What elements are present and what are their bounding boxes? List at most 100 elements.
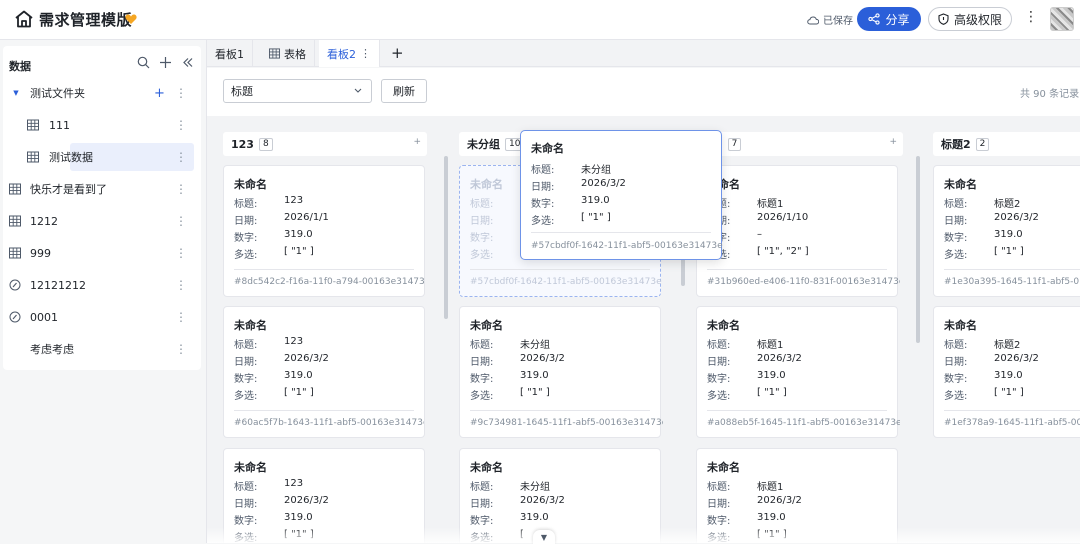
refresh-button[interactable]: 刷新 xyxy=(381,79,427,103)
tab-more-icon[interactable]: ⋮ xyxy=(360,47,371,60)
sidebar-item-label: 111 xyxy=(49,118,70,132)
kanban-card[interactable]: 未命名 标题: 标题2 日期: 2026/3/2 数字: 319.0 多选: [ "1" ] #1… xyxy=(933,306,1080,438)
avatar[interactable] xyxy=(1050,7,1074,31)
more-icon[interactable]: ⋮ xyxy=(175,310,187,324)
add-view-icon[interactable]: + xyxy=(391,44,404,62)
more-icon[interactable]: ⋮ xyxy=(175,342,187,356)
column-scrollbar[interactable] xyxy=(444,156,448,319)
tab-kanban2[interactable]: 看板2 ⋮ xyxy=(319,40,380,67)
more-icon[interactable]: ⋮ xyxy=(175,150,187,164)
card-title: 未命名 xyxy=(470,461,503,474)
column-header[interactable]: 123 8 + xyxy=(223,132,427,156)
card-field: 标题: 标题2 xyxy=(944,336,1020,351)
card-title: 未命名 xyxy=(944,319,977,332)
kanban-toolbar: 标题 刷新 共 90 条记录 xyxy=(207,68,1080,116)
add-to-folder-icon[interactable]: + xyxy=(154,86,165,101)
card-field: 数字: 319.0 xyxy=(470,512,549,527)
sidebar-item-test-data[interactable]: 测试数据 ⋮ xyxy=(3,143,201,171)
table-icon xyxy=(9,247,21,259)
card-field: 标题: 未分组 xyxy=(470,478,550,493)
sidebar-title: 数据 xyxy=(9,60,31,73)
group-by-select[interactable]: 标题 xyxy=(223,79,372,103)
field-value: 未分组 xyxy=(581,165,611,176)
field-value: [ "1" ] xyxy=(284,387,314,398)
tab-kanban1[interactable]: 看板1 xyxy=(207,40,253,67)
field-label: 日期: xyxy=(470,216,494,227)
column-name: 标题2 xyxy=(941,138,971,151)
sidebar-item-test-folder[interactable]: ▼ 测试文件夹 + ⋮ xyxy=(3,79,201,107)
table-icon xyxy=(9,183,21,195)
dragging-card[interactable]: 未命名 标题: 未分组 日期: 2026/3/2 数字: 319.0 多选: [ "1"… xyxy=(520,130,723,260)
more-icon[interactable]: ⋮ xyxy=(175,182,187,196)
field-value: 123 xyxy=(284,195,304,206)
field-value: 2026/3/2 xyxy=(757,495,802,506)
more-icon[interactable]: ⋮ xyxy=(175,86,187,100)
column-scrollbar[interactable] xyxy=(916,156,920,343)
more-icon[interactable]: ⋮ xyxy=(175,214,187,228)
card-field: 数字: 319.0 xyxy=(707,370,786,385)
scroll-down-icon[interactable]: ▼ xyxy=(533,530,555,544)
field-label: 数字: xyxy=(470,516,494,527)
sidebar-item-consider[interactable]: 考虑考虑 ⋮ xyxy=(3,335,201,363)
card-field: 日期: 2026/3/2 xyxy=(470,353,565,368)
app-title: 需求管理模版 xyxy=(39,11,133,29)
more-icon[interactable]: ⋮ xyxy=(175,246,187,260)
kanban-card[interactable]: 未命名标题:标题1日期:2026/1/10数字:–多选:[ "1", "2" ]… xyxy=(696,165,900,297)
tab-table[interactable]: 表格 xyxy=(261,40,315,67)
column-header[interactable]: 标题22+ xyxy=(933,132,1080,156)
sidebar-item-999[interactable]: 999 ⋮ xyxy=(3,239,201,267)
kanban-card[interactable]: 未命名 标题: 未分组 日期: 2026/3/2 数字: 319.0 多选: [ "1" ] #9… xyxy=(459,306,663,438)
share-button[interactable]: 分享 xyxy=(857,7,921,31)
sidebar-item-table[interactable]: 快乐才是看到了 ⋮ xyxy=(3,175,201,203)
card-field: 数字: 319.0 xyxy=(944,370,1023,385)
card-title: 未命名 xyxy=(470,319,503,332)
card-title: 未命名 xyxy=(707,319,740,332)
home-icon[interactable] xyxy=(14,10,34,28)
field-label: 多选: xyxy=(234,391,258,402)
card-divider xyxy=(234,410,414,411)
collapse-sidebar-icon[interactable] xyxy=(181,56,194,69)
more-icon[interactable]: ⋮ xyxy=(175,118,187,132)
add-icon[interactable] xyxy=(159,56,172,69)
kanban-card[interactable]: 未命名 标题: 标题1 日期: 2026/3/2 数字: 319.0 多选: [ "1" ] #a… xyxy=(696,306,900,438)
share-icon xyxy=(868,13,881,25)
card-field: 标题: 标题1 xyxy=(707,478,783,493)
field-label: 数字: xyxy=(234,233,258,244)
table-icon xyxy=(269,48,280,59)
field-value: 319.0 xyxy=(757,370,786,381)
add-card-icon[interactable]: + xyxy=(889,137,897,147)
favorite-heart-icon[interactable] xyxy=(125,13,137,25)
kanban-card[interactable]: 未命名 标题: 123 日期: 2026/1/1 数字: 319.0 多选: [ "1" ] #8… xyxy=(223,165,425,297)
search-icon[interactable] xyxy=(137,56,150,69)
card-field: 多选: [ "1" ] xyxy=(707,387,787,402)
field-label: 日期: xyxy=(531,182,555,193)
advanced-permission-button[interactable]: 高级权限 xyxy=(928,7,1012,31)
record-id: #31b960ed-e406-11f0-831f-00163e31473e xyxy=(707,277,900,287)
tab-label: 看板2 xyxy=(327,47,356,61)
kanban-card[interactable]: 未命名 标题: 123 日期: 2026/3/2 数字: 319.0 多选: [ "1" ] #6… xyxy=(223,306,425,438)
kanban-card[interactable]: 未命名 标题: 标题2 日期: 2026/3/2 数字: 319.0 多选: [ "1" ] #1… xyxy=(933,165,1080,297)
add-card-icon[interactable]: + xyxy=(413,137,421,147)
caret-down-icon[interactable]: ▼ xyxy=(10,87,22,99)
record-id: #9c734981-1645-11f1-abf5-00163e31473e xyxy=(470,418,663,428)
more-icon[interactable]: ⋮ xyxy=(175,278,187,292)
card-field: 日期:2026/1/10 xyxy=(707,212,808,227)
card-field: 数字: 319.0 xyxy=(944,229,1023,244)
column-header[interactable]: 题17+ xyxy=(696,132,903,156)
field-value: [ "1", "2" ] xyxy=(757,246,809,257)
card-field: 日期: 2026/3/2 xyxy=(470,495,565,510)
card-divider xyxy=(944,269,1080,270)
card-divider xyxy=(470,410,650,411)
tab-label: 看板1 xyxy=(215,47,244,61)
more-options-icon[interactable]: ⋮ xyxy=(1024,9,1038,25)
column-count-badge: 7 xyxy=(727,137,742,151)
sidebar-item-111[interactable]: 111 ⋮ xyxy=(3,111,201,139)
table-icon xyxy=(27,151,39,163)
record-count: 共 90 条记录 xyxy=(1020,89,1080,100)
sidebar-item-0001[interactable]: 0001 ⋮ xyxy=(3,303,201,331)
field-label: 标题: xyxy=(234,340,258,351)
card-field: 日期: 2026/3/2 xyxy=(944,212,1039,227)
sidebar-item-1212[interactable]: 1212 ⋮ xyxy=(3,207,201,235)
sidebar-item-12121212[interactable]: 12121212 ⋮ xyxy=(3,271,201,299)
column-name: 未分组 xyxy=(467,138,500,151)
